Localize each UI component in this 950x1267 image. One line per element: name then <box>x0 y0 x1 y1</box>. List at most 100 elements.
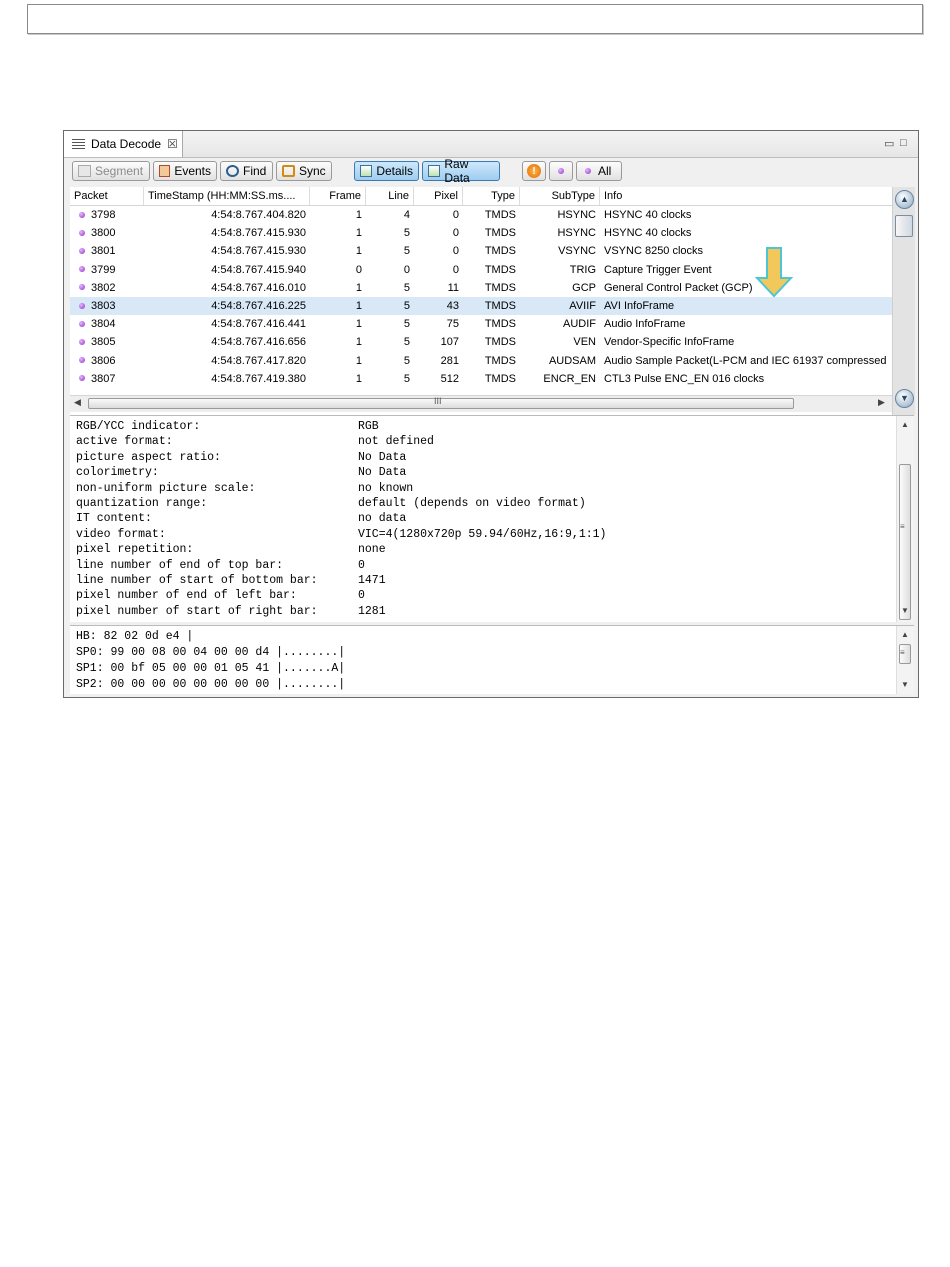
cell-subtype: VEN <box>573 336 596 349</box>
table-side-controls: ▲ ▼ <box>892 187 915 415</box>
packet-dot-icon <box>79 375 85 382</box>
data-decode-panel: Data Decode ☒ ▭ □ Segment Events Find Sy… <box>63 130 919 698</box>
detail-label: colorimetry: <box>76 466 159 480</box>
details-label: Details <box>376 164 413 178</box>
segment-button[interactable]: Segment <box>72 161 150 181</box>
cell-timestamp: 4:54:8.767.416.441 <box>211 318 306 331</box>
header-packet[interactable]: Packet <box>70 187 144 205</box>
scroll-left-icon[interactable]: ◀ <box>74 397 81 408</box>
sync-icon <box>282 165 295 177</box>
cell-frame: 1 <box>355 227 362 240</box>
packet-dot-icon <box>79 211 85 218</box>
packet-number: 3807 <box>91 372 116 385</box>
cell-packet: 3798 <box>70 206 144 224</box>
header-timestamp[interactable]: TimeStamp (HH:MM:SS.ms.... <box>144 187 310 205</box>
packet-number: 3803 <box>91 300 116 312</box>
detail-value: 1471 <box>358 574 386 587</box>
raw-data-line: SP2: 00 00 00 00 00 00 00 00 |........| <box>76 678 346 691</box>
raw-data-line: SP0: 99 00 08 00 04 00 00 d4 |........| <box>76 646 346 659</box>
scroll-down-icon[interactable]: ▼ <box>901 680 909 689</box>
toolbar: Segment Events Find Sync Details Raw Dat… <box>64 157 918 185</box>
raw-scrollbar[interactable]: ▲ ≡ ▼ <box>896 626 914 694</box>
scroll-up-button[interactable]: ▲ <box>895 190 914 209</box>
cell-pixel: 107 <box>440 336 459 349</box>
table-row[interactable]: 3800 4:54:8.767.415.930 1 5 0 TMDS HSYNC HSYNC … <box>70 224 892 242</box>
cell-type: TMDS <box>484 354 516 367</box>
table-row[interactable]: 3807 4:54:8.767.419.380 1 5 512 TMDS ENCR_EN CT… <box>70 370 892 388</box>
alert-filter-button[interactable]: ! <box>522 161 546 181</box>
detail-label: line number of start of bottom bar: <box>76 574 318 587</box>
cell-pixel: 0 <box>452 263 459 276</box>
detail-value: 1281 <box>358 604 386 618</box>
packet-dot-icon <box>585 168 591 174</box>
detail-line: line number of start of bottom bar: 1471 <box>76 573 886 588</box>
header-info[interactable]: Info <box>600 187 892 205</box>
cell-line: 5 <box>403 300 410 312</box>
minimize-icon[interactable]: ▭ <box>884 137 894 150</box>
table-horizontal-scrollbar[interactable]: ◀ III ▶ <box>70 395 892 412</box>
header-frame[interactable]: Frame <box>310 187 366 205</box>
detail-label: picture aspect ratio: <box>76 450 221 464</box>
raw-data-button[interactable]: Raw Data <box>422 157 500 185</box>
sync-button[interactable]: Sync <box>276 161 332 181</box>
table-scroll-thumb[interactable] <box>895 215 913 237</box>
cell-frame: 1 <box>355 354 362 367</box>
panel-tab-bar: Data Decode ☒ ▭ □ <box>64 131 918 158</box>
dot-filter-button[interactable] <box>549 161 573 181</box>
cell-timestamp: 4:54:8.767.419.380 <box>211 372 306 385</box>
cell-frame: 1 <box>355 372 362 385</box>
header-type[interactable]: Type <box>463 187 520 205</box>
cell-subtype: AUDIF <box>563 318 596 331</box>
cell-packet: 3804 <box>70 315 144 333</box>
cell-info: HSYNC 40 clocks <box>604 209 692 221</box>
raw-data-pane: ▲ ≡ ▼ HB: 82 02 0d e4 | SP0: 99 00 08 00 … <box>70 625 914 694</box>
details-button[interactable]: Details <box>354 161 419 181</box>
cell-frame: 1 <box>355 209 362 221</box>
maximize-icon[interactable]: □ <box>900 137 907 149</box>
detail-value: default (depends on video format) <box>358 497 586 510</box>
events-icon <box>159 165 171 177</box>
scroll-up-icon[interactable]: ▲ <box>901 420 909 429</box>
header-subtype[interactable]: SubType <box>520 187 600 205</box>
detail-value: No Data <box>358 450 407 464</box>
scroll-grip-icon: ≡ <box>900 648 905 657</box>
events-button[interactable]: Events <box>153 161 217 181</box>
cell-type: TMDS <box>484 281 516 294</box>
detail-value: 0 <box>358 558 365 572</box>
all-filter-button[interactable]: All <box>576 161 622 181</box>
scroll-down-button[interactable]: ▼ <box>895 389 914 408</box>
scroll-right-icon[interactable]: ▶ <box>878 397 885 408</box>
find-button[interactable]: Find <box>220 161 273 181</box>
packet-number: 3802 <box>91 281 116 294</box>
detail-line: colorimetry: No Data <box>76 465 886 480</box>
table-row[interactable]: 3805 4:54:8.767.416.656 1 5 107 TMDS VEN Vendor… <box>70 333 892 351</box>
table-row[interactable]: 3804 4:54:8.767.416.441 1 5 75 TMDS AUDIF Audio… <box>70 315 892 333</box>
packet-number: 3801 <box>91 245 116 258</box>
tab-close-icon[interactable]: ☒ <box>167 137 178 151</box>
tab-data-decode[interactable]: Data Decode ☒ <box>64 131 183 157</box>
details-scroll-thumb[interactable] <box>899 464 911 620</box>
cell-line: 4 <box>403 209 410 221</box>
scroll-down-icon[interactable]: ▼ <box>901 606 909 615</box>
cell-timestamp: 4:54:8.767.415.940 <box>211 263 306 276</box>
cell-line: 5 <box>403 245 410 258</box>
cell-subtype: HSYNC <box>557 209 596 221</box>
header-pixel[interactable]: Pixel <box>414 187 463 205</box>
detail-line: pixel number of start of right bar: 1281 <box>76 604 886 619</box>
cell-pixel: 0 <box>452 227 459 240</box>
table-row[interactable]: 3806 4:54:8.767.417.820 1 5 281 TMDS AUDSAM Aud… <box>70 352 892 370</box>
table-row[interactable]: 3798 4:54:8.767.404.820 1 4 0 TMDS HSYNC HSYNC … <box>70 206 892 224</box>
packet-number: 3800 <box>91 227 116 240</box>
cell-timestamp: 4:54:8.767.417.820 <box>211 354 306 367</box>
raw-data-line: SP1: 00 bf 05 00 00 01 05 41 |.......A| <box>76 662 346 675</box>
cell-timestamp: 4:54:8.767.416.225 <box>211 300 306 312</box>
packet-number: 3804 <box>91 318 116 331</box>
cell-type: TMDS <box>484 263 516 276</box>
scroll-grip-icon: III <box>434 396 442 406</box>
scroll-up-icon[interactable]: ▲ <box>901 630 909 639</box>
cell-frame: 1 <box>355 318 362 331</box>
cell-pixel: 0 <box>452 245 459 258</box>
detail-line: pixel repetition: none <box>76 542 886 557</box>
details-scrollbar[interactable]: ▲ ≡ ▼ <box>896 416 914 622</box>
header-line[interactable]: Line <box>366 187 414 205</box>
